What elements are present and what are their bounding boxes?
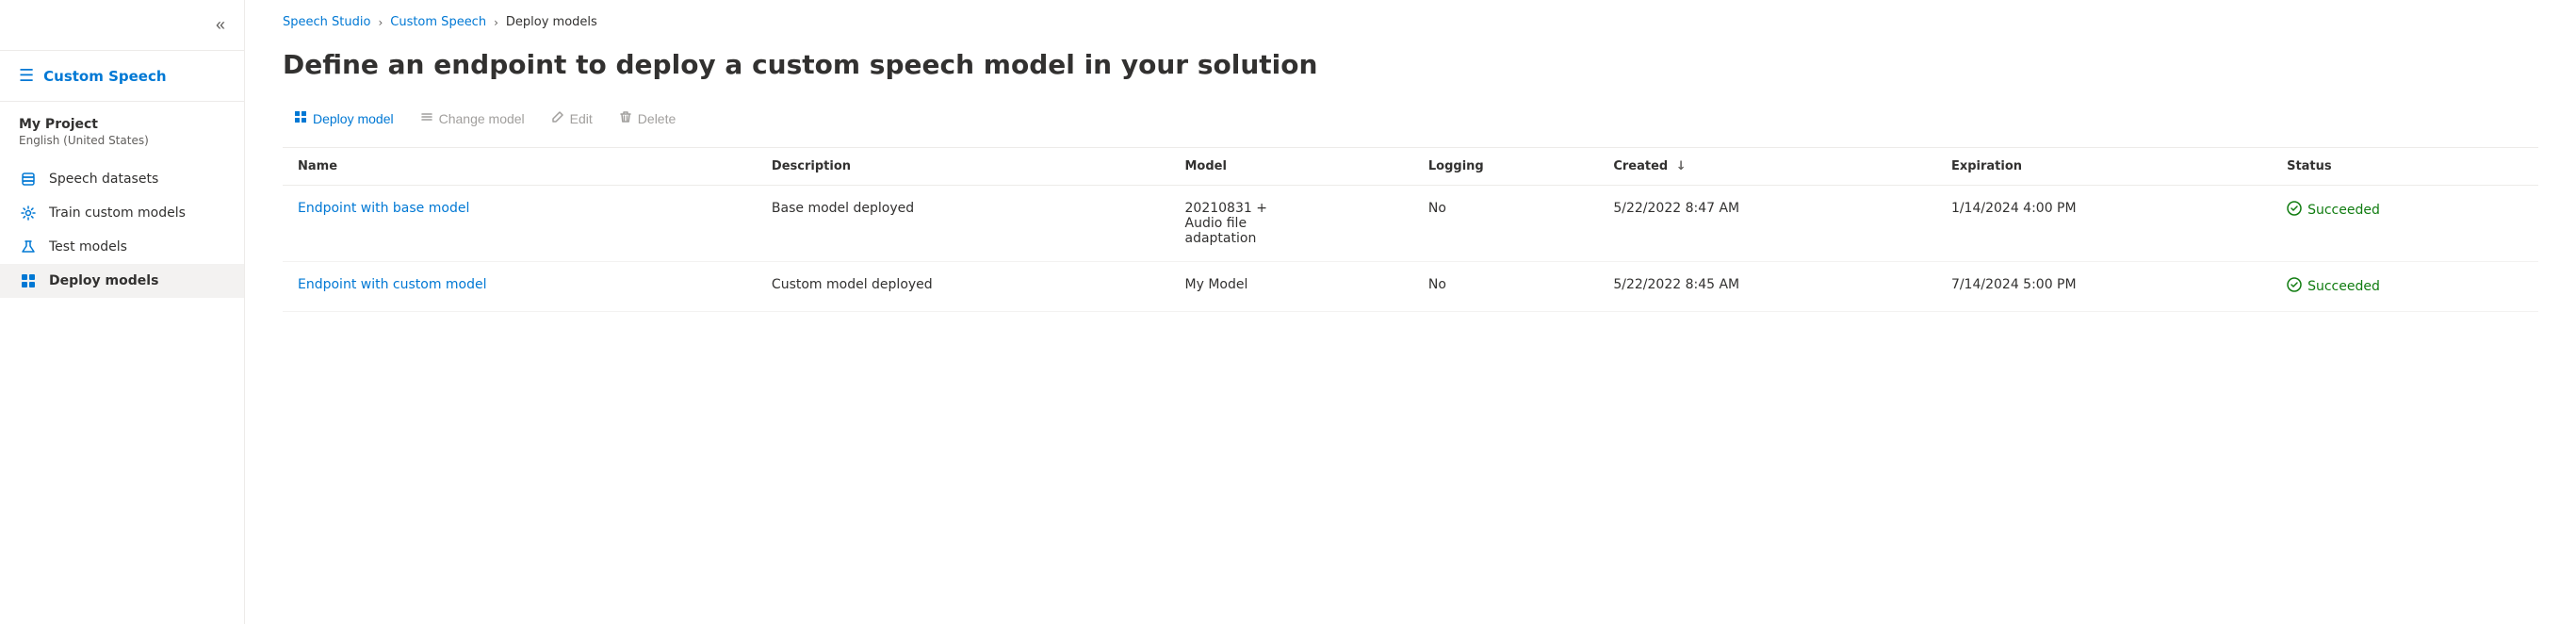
sidebar-item-label-test: Test models — [49, 239, 127, 255]
main-content: Speech Studio › Custom Speech › Deploy m… — [245, 0, 2576, 624]
sidebar-item-speech-datasets[interactable]: Speech datasets — [0, 162, 244, 196]
sidebar-project-locale: English (United States) — [19, 134, 225, 147]
breadcrumb-current: Deploy models — [506, 15, 597, 29]
toolbar: Deploy model Change model Edit — [283, 105, 2538, 132]
sidebar-item-test-models[interactable]: Test models — [0, 230, 244, 264]
column-header-name: Name — [283, 148, 757, 186]
endpoint-link-custom[interactable]: Endpoint with custom model — [298, 277, 487, 292]
cell-description-2: Custom model deployed — [757, 262, 1170, 312]
change-model-button[interactable]: Change model — [409, 105, 536, 132]
hamburger-icon: ☰ — [19, 66, 34, 86]
edit-label: Edit — [570, 111, 593, 126]
sidebar-item-train-custom-models[interactable]: Train custom models — [0, 196, 244, 230]
success-icon-1 — [2287, 201, 2302, 220]
sidebar-collapse-button[interactable]: « — [212, 11, 229, 39]
deploy-model-label: Deploy model — [313, 111, 394, 126]
cell-name-1: Endpoint with base model — [283, 186, 757, 262]
column-header-status: Status — [2272, 148, 2538, 186]
sidebar-app-title-label: Custom Speech — [43, 68, 166, 85]
cell-created-2: 5/22/2022 8:45 AM — [1598, 262, 1936, 312]
cell-expiration-2: 7/14/2024 5:00 PM — [1936, 262, 2272, 312]
sidebar-collapse-section: « — [0, 0, 244, 51]
sidebar-item-label-speech-datasets: Speech datasets — [49, 172, 158, 187]
gear-icon — [19, 205, 38, 221]
cell-created-1: 5/22/2022 8:47 AM — [1598, 186, 1936, 262]
sidebar-navigation: Speech datasets Train custom models Test… — [0, 155, 244, 305]
edit-button[interactable]: Edit — [540, 105, 604, 132]
delete-label: Delete — [638, 111, 676, 126]
change-model-label: Change model — [439, 111, 525, 126]
success-icon-2 — [2287, 277, 2302, 296]
sidebar-item-label-train: Train custom models — [49, 205, 186, 221]
cell-description-1: Base model deployed — [757, 186, 1170, 262]
status-badge-2: Succeeded — [2287, 277, 2523, 296]
page-title: Define an endpoint to deploy a custom sp… — [283, 48, 2538, 82]
status-badge-1: Succeeded — [2287, 201, 2523, 220]
edit-icon — [551, 110, 564, 126]
deploy-icon — [19, 273, 38, 288]
cell-status-1: Succeeded — [2272, 186, 2538, 262]
endpoints-table: Name Description Model Logging Created ↓… — [283, 148, 2538, 312]
breadcrumb-separator-2: › — [494, 16, 498, 29]
delete-button[interactable]: Delete — [608, 105, 687, 132]
sidebar-item-label-deploy: Deploy models — [49, 273, 158, 288]
column-header-created[interactable]: Created ↓ — [1598, 148, 1936, 186]
cell-logging-1: No — [1413, 186, 1598, 262]
database-icon — [19, 172, 38, 187]
sidebar-project-section: My Project English (United States) — [0, 102, 244, 155]
sidebar: « ☰ Custom Speech My Project English (Un… — [0, 0, 245, 624]
sidebar-item-deploy-models[interactable]: Deploy models — [0, 264, 244, 298]
breadcrumb-custom-speech[interactable]: Custom Speech — [390, 15, 486, 29]
cell-logging-2: No — [1413, 262, 1598, 312]
change-model-icon — [420, 110, 433, 126]
cell-model-1: 20210831 + Audio file adaptation — [1170, 186, 1413, 262]
cell-expiration-1: 1/14/2024 4:00 PM — [1936, 186, 2272, 262]
cell-model-2: My Model — [1170, 262, 1413, 312]
status-text-1: Succeeded — [2307, 203, 2380, 218]
sidebar-app-header: ☰ Custom Speech — [0, 51, 244, 102]
endpoints-table-container: Name Description Model Logging Created ↓… — [283, 147, 2538, 312]
sidebar-project-name: My Project — [19, 117, 225, 132]
deploy-model-icon — [294, 110, 307, 126]
flask-icon — [19, 239, 38, 255]
cell-name-2: Endpoint with custom model — [283, 262, 757, 312]
table-row: Endpoint with custom model Custom model … — [283, 262, 2538, 312]
column-header-logging: Logging — [1413, 148, 1598, 186]
sort-icon: ↓ — [1676, 159, 1687, 173]
status-text-2: Succeeded — [2307, 279, 2380, 294]
delete-icon — [619, 110, 632, 126]
breadcrumb-speech-studio[interactable]: Speech Studio — [283, 15, 370, 29]
table-header-row: Name Description Model Logging Created ↓… — [283, 148, 2538, 186]
cell-status-2: Succeeded — [2272, 262, 2538, 312]
column-header-model: Model — [1170, 148, 1413, 186]
table-row: Endpoint with base model Base model depl… — [283, 186, 2538, 262]
column-header-expiration: Expiration — [1936, 148, 2272, 186]
breadcrumb-separator-1: › — [378, 16, 383, 29]
breadcrumb: Speech Studio › Custom Speech › Deploy m… — [283, 0, 2538, 37]
deploy-model-button[interactable]: Deploy model — [283, 105, 405, 132]
column-header-description: Description — [757, 148, 1170, 186]
endpoint-link-base[interactable]: Endpoint with base model — [298, 201, 469, 216]
